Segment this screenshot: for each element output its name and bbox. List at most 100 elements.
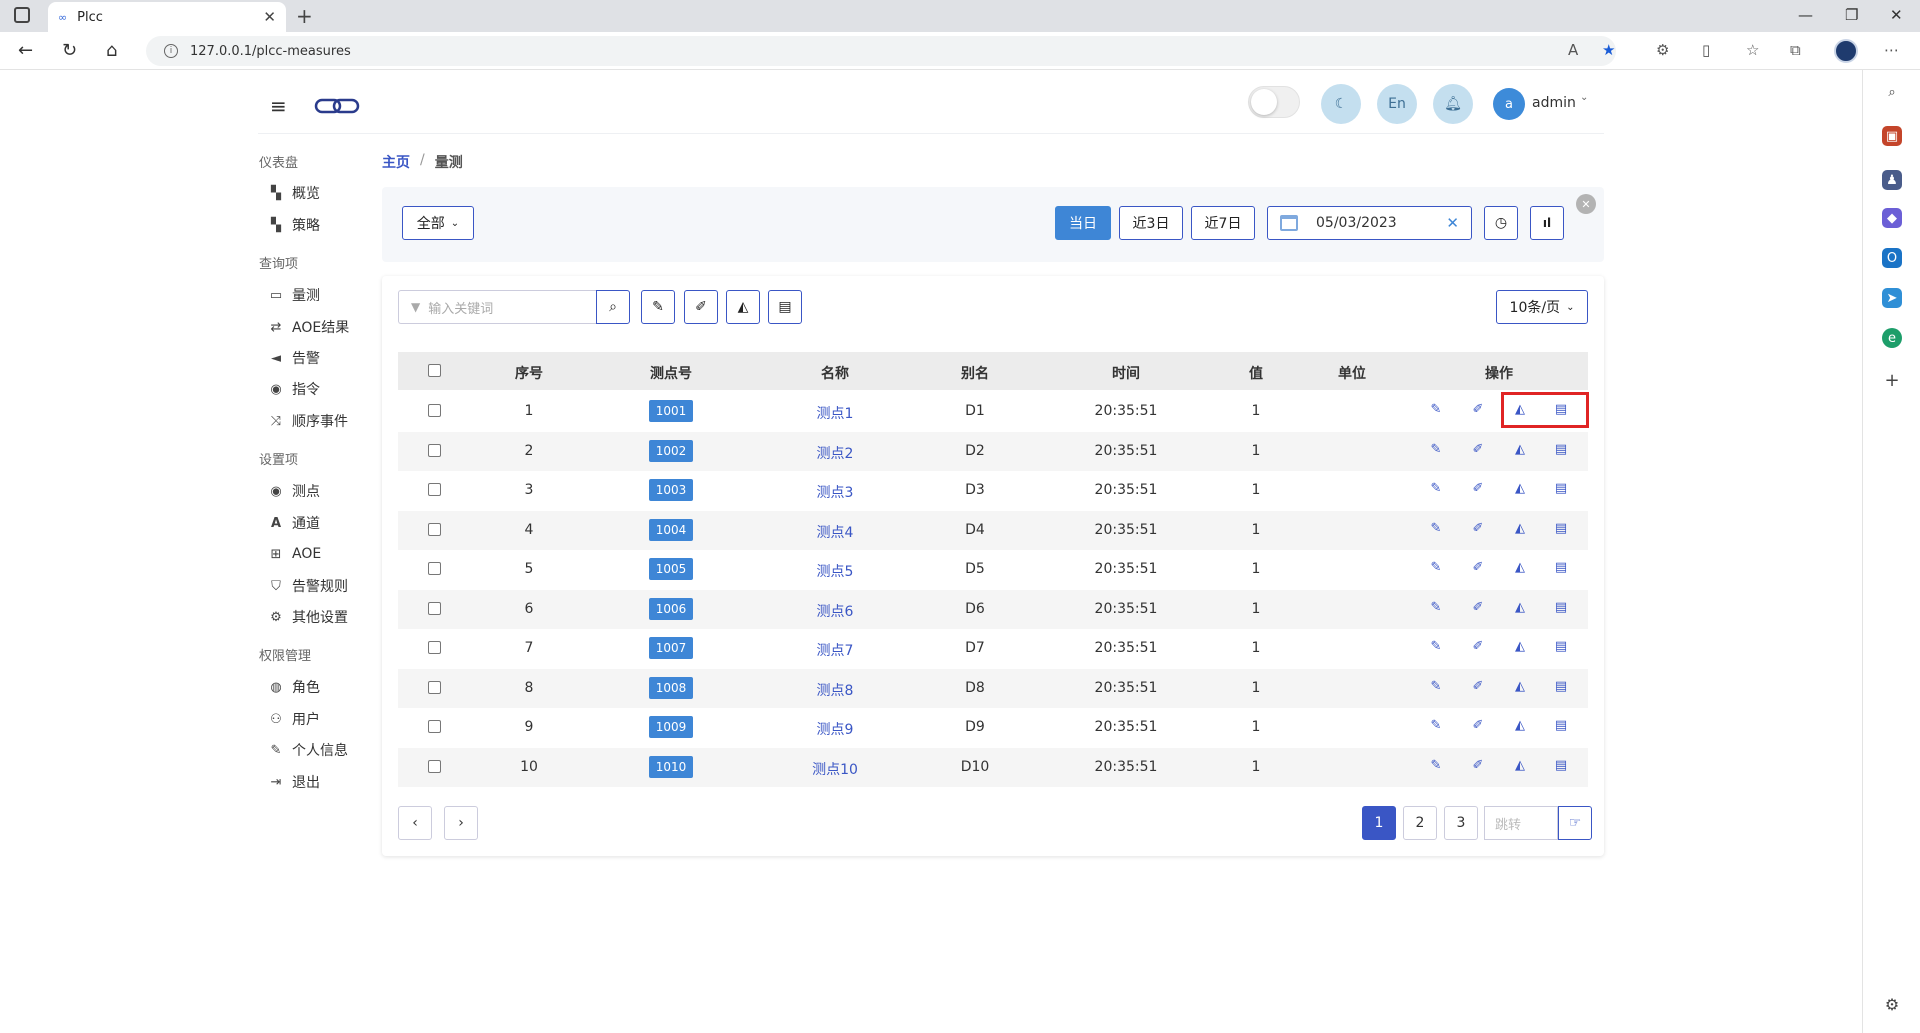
info-icon[interactable]: i bbox=[164, 44, 178, 58]
dark-mode-moon-icon[interactable]: ☾ bbox=[1321, 84, 1361, 124]
new-tab-icon[interactable]: + bbox=[296, 4, 313, 28]
edit-icon[interactable]: ✎ bbox=[1431, 639, 1442, 654]
edit-icon[interactable]: ✎ bbox=[1431, 481, 1442, 496]
language-button[interactable]: En bbox=[1377, 84, 1417, 124]
area-chart-icon[interactable]: ◭ bbox=[1515, 679, 1525, 694]
file-icon[interactable]: ▤ bbox=[1555, 758, 1567, 773]
row-checkbox[interactable] bbox=[428, 404, 441, 417]
edit-button[interactable]: ✎ bbox=[641, 290, 675, 324]
area-chart-icon[interactable]: ◭ bbox=[1515, 639, 1525, 654]
point-name-link[interactable]: 测点4 bbox=[817, 522, 854, 542]
sidebar-item-roles[interactable]: ◍ 角色 bbox=[268, 676, 320, 698]
edit-icon[interactable]: ✎ bbox=[1431, 521, 1442, 536]
point-name-link[interactable]: 测点1 bbox=[817, 403, 854, 423]
row-checkbox[interactable] bbox=[428, 681, 441, 694]
area-chart-icon[interactable]: ◭ bbox=[1515, 560, 1525, 575]
sidebar-item-logout[interactable]: ⇥ 退出 bbox=[268, 771, 320, 793]
games-icon[interactable]: ♟ bbox=[1882, 170, 1902, 190]
send-icon[interactable]: ➤ bbox=[1882, 288, 1902, 308]
sidebar-item-strategy[interactable]: ▚ 策略 bbox=[268, 214, 320, 236]
edit-icon[interactable]: ✎ bbox=[1431, 600, 1442, 615]
next-page-button[interactable]: › bbox=[444, 806, 478, 840]
area-chart-icon[interactable]: ◭ bbox=[1515, 442, 1525, 457]
point-name-link[interactable]: 测点7 bbox=[817, 640, 854, 660]
sidebar-toggle-icon[interactable] bbox=[14, 7, 30, 23]
area-chart-icon[interactable]: ◭ bbox=[1515, 521, 1525, 536]
extensions-icon[interactable]: ⚙ bbox=[1656, 41, 1669, 59]
sidebar-item-overview[interactable]: ▚ 概览 bbox=[268, 182, 320, 204]
tools-icon[interactable]: ▣ bbox=[1882, 126, 1902, 146]
back-icon[interactable]: ← bbox=[18, 40, 33, 61]
close-window-icon[interactable]: ✕ bbox=[1890, 6, 1903, 24]
point-name-link[interactable]: 测点8 bbox=[817, 680, 854, 700]
sidebar-item-aoe[interactable]: ⊞ AOE bbox=[268, 543, 322, 565]
add-icon[interactable]: + bbox=[1882, 370, 1902, 391]
close-tab-icon[interactable]: ✕ bbox=[263, 8, 276, 26]
username[interactable]: admin bbox=[1532, 95, 1576, 111]
favorite-star-icon[interactable]: ★ bbox=[1602, 41, 1615, 59]
sidebar-item-alarms[interactable]: ◄ 告警 bbox=[268, 347, 320, 369]
breadcrumb-home[interactable]: 主页 bbox=[382, 152, 410, 172]
edit-square-icon[interactable]: ✐ bbox=[1473, 402, 1484, 417]
category-select[interactable]: 全部 ⌄ bbox=[402, 206, 474, 240]
clear-date-icon[interactable]: ✕ bbox=[1446, 214, 1459, 232]
edit-square-icon[interactable]: ✐ bbox=[1473, 679, 1484, 694]
url-field[interactable]: i 127.0.0.1/plcc-measures bbox=[146, 36, 1616, 66]
office-icon[interactable]: ◆ bbox=[1882, 208, 1902, 228]
edit-square-icon[interactable]: ✐ bbox=[1473, 718, 1484, 733]
edit-icon[interactable]: ✎ bbox=[1431, 758, 1442, 773]
edit-square-icon[interactable]: ✐ bbox=[1473, 560, 1484, 575]
search-input[interactable]: ▼ 输入关键词 bbox=[398, 290, 596, 324]
page-3-button[interactable]: 3 bbox=[1444, 806, 1478, 840]
file-icon[interactable]: ▤ bbox=[1555, 560, 1567, 575]
sidebar-item-users[interactable]: ⚇ 用户 bbox=[268, 708, 320, 730]
split-screen-icon[interactable]: ▯ bbox=[1702, 41, 1710, 59]
edge-icon[interactable]: e bbox=[1882, 328, 1902, 348]
clock-button[interactable]: ◷ bbox=[1484, 206, 1518, 240]
page-2-button[interactable]: 2 bbox=[1403, 806, 1437, 840]
page-size-select[interactable]: 10条/页 ⌄ bbox=[1496, 290, 1588, 324]
edit-square-icon[interactable]: ✐ bbox=[1473, 442, 1484, 457]
jump-page-input[interactable]: 跳转 bbox=[1484, 806, 1558, 840]
refresh-icon[interactable]: ↻ bbox=[62, 40, 77, 61]
row-checkbox[interactable] bbox=[428, 483, 441, 496]
user-avatar[interactable]: a bbox=[1493, 88, 1525, 120]
chevron-down-icon[interactable]: ⌄ bbox=[1580, 92, 1588, 103]
select-all-checkbox[interactable] bbox=[428, 364, 441, 377]
settings-gear-icon[interactable]: ⚙ bbox=[1882, 994, 1902, 1014]
page-1-button[interactable]: 1 bbox=[1362, 806, 1396, 840]
favorites-icon[interactable]: ☆ bbox=[1746, 41, 1759, 59]
edit-square-button[interactable]: ✐ bbox=[684, 290, 718, 324]
file-icon[interactable]: ▤ bbox=[1555, 639, 1567, 654]
area-chart-button[interactable]: ◭ bbox=[726, 290, 760, 324]
edit-icon[interactable]: ✎ bbox=[1431, 679, 1442, 694]
point-name-link[interactable]: 测点10 bbox=[812, 759, 858, 779]
file-icon[interactable]: ▤ bbox=[1555, 600, 1567, 615]
read-aloud-icon[interactable]: A bbox=[1568, 41, 1578, 59]
edit-square-icon[interactable]: ✐ bbox=[1473, 521, 1484, 536]
collections-icon[interactable]: ⧉ bbox=[1790, 41, 1801, 59]
sidebar-item-commands[interactable]: ◉ 指令 bbox=[268, 378, 320, 400]
row-checkbox[interactable] bbox=[428, 523, 441, 536]
row-checkbox[interactable] bbox=[428, 641, 441, 654]
search-button[interactable]: ⌕ bbox=[596, 290, 630, 324]
minimize-icon[interactable]: — bbox=[1798, 6, 1813, 24]
point-name-link[interactable]: 测点2 bbox=[817, 443, 854, 463]
close-filter-icon[interactable]: ✕ bbox=[1576, 194, 1596, 214]
edit-icon[interactable]: ✎ bbox=[1431, 718, 1442, 733]
sidebar-item-aoe-results[interactable]: ⇄ AOE结果 bbox=[268, 316, 350, 338]
point-name-link[interactable]: 测点3 bbox=[817, 482, 854, 502]
search-icon[interactable]: ⌕ bbox=[1882, 82, 1902, 102]
profile-avatar[interactable] bbox=[1834, 39, 1858, 63]
jump-button[interactable]: ☞ bbox=[1558, 806, 1592, 840]
edit-square-icon[interactable]: ✐ bbox=[1473, 639, 1484, 654]
file-icon[interactable]: ▤ bbox=[1555, 718, 1567, 733]
file-icon[interactable]: ▤ bbox=[1555, 481, 1567, 496]
home-icon[interactable]: ⌂ bbox=[106, 40, 117, 61]
today-button[interactable]: 当日 bbox=[1055, 206, 1111, 240]
edit-square-icon[interactable]: ✐ bbox=[1473, 600, 1484, 615]
row-checkbox[interactable] bbox=[428, 444, 441, 457]
date-picker[interactable]: 05/03/2023 ✕ bbox=[1267, 206, 1472, 240]
sidebar-item-soe[interactable]: ⤨ 顺序事件 bbox=[268, 410, 348, 432]
browser-tab[interactable]: ∞ Plcc ✕ bbox=[48, 2, 286, 32]
